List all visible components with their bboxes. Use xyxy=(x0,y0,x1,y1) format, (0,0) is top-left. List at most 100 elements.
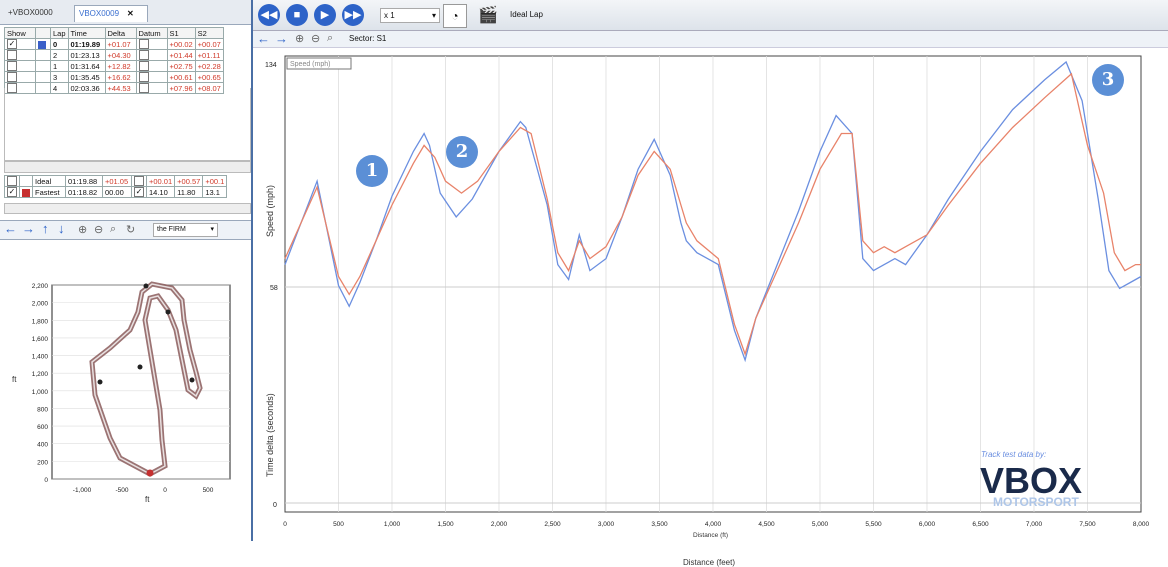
lap-color xyxy=(35,37,51,51)
map-x-tick: 0 xyxy=(163,487,167,494)
summary-datum[interactable] xyxy=(131,175,147,188)
checkbox[interactable] xyxy=(7,176,17,186)
summary-delta: +01.05 xyxy=(102,175,132,188)
checkbox[interactable] xyxy=(7,50,17,60)
checkbox[interactable] xyxy=(138,61,149,71)
x-tick: 2,000 xyxy=(491,521,508,528)
fast-forward-button[interactable]: ▶▶ xyxy=(342,4,364,26)
lap-show[interactable] xyxy=(4,49,36,62)
x-tick: 500 xyxy=(333,521,344,528)
summary-scrollbar[interactable] xyxy=(4,203,251,214)
lap-show[interactable] xyxy=(4,60,36,73)
x-tick: 5,500 xyxy=(865,521,882,528)
lap-row[interactable]: 2 01:23.13 +04.30 +01.44 +01.11 xyxy=(4,49,224,62)
color-swatch xyxy=(38,40,46,49)
col-lap[interactable]: Lap xyxy=(50,27,69,39)
summary-show[interactable]: ✓ xyxy=(4,186,20,199)
ideal-lap-label: Ideal Lap xyxy=(510,10,543,19)
x-ticks: 0 500 1,000 1,500 2,000 2,500 3,000 3,500 4,000 4… xyxy=(283,521,1149,528)
speed-select[interactable]: x 1 ▾ xyxy=(380,8,440,23)
track-select[interactable]: the FIRM ▾ xyxy=(153,223,218,237)
lap-time: 01:31.64 xyxy=(67,60,106,73)
car-position-marker xyxy=(146,469,154,477)
lap-datum[interactable] xyxy=(135,37,168,51)
speed-chart[interactable]: Speed (mph) 134 58 0 Speed (mph) Time de… xyxy=(253,47,1168,567)
lap-show[interactable]: ✓ xyxy=(4,37,36,51)
zoom-out-icon[interactable]: ⊖ xyxy=(94,223,103,236)
zoom-fit-icon[interactable]: ⌕ xyxy=(327,32,333,45)
x-tick: 5,000 xyxy=(812,521,829,528)
checkbox[interactable] xyxy=(138,72,149,82)
y-label-speed: Speed (mph) xyxy=(265,185,275,237)
arrow-right-icon[interactable]: → xyxy=(22,221,35,236)
lap-delta: +04.30 xyxy=(104,49,137,62)
zoom-in-icon[interactable]: ⊕ xyxy=(78,223,87,236)
rotate-icon[interactable]: ↻ xyxy=(126,223,135,236)
lap-number: 0 xyxy=(50,37,69,51)
map-x-tick: 500 xyxy=(203,487,214,494)
lap-row[interactable]: 3 01:35.45 +16.62 +00.61 +00.65 xyxy=(4,71,224,84)
summary-show[interactable] xyxy=(4,175,20,188)
lap-delta: +12.82 xyxy=(104,60,137,73)
col-s2[interactable]: S2 xyxy=(194,27,224,39)
lap-row[interactable]: ✓ 0 01:19.89 +01.07 +00.02 +00.07 xyxy=(4,37,224,51)
arrow-up-icon[interactable]: ↑ xyxy=(42,221,49,236)
arrow-down-icon[interactable]: ↓ xyxy=(58,221,65,236)
zoom-fit-icon[interactable]: ⌕ xyxy=(110,223,116,236)
callout-badge-2: 2 xyxy=(446,136,478,168)
checkbox-checked[interactable]: ✓ xyxy=(7,187,17,197)
zoom-out-icon[interactable]: ⊖ xyxy=(311,32,320,45)
arrow-left-icon[interactable]: ← xyxy=(257,31,270,46)
gauge-icon[interactable]: ◔ xyxy=(443,4,467,28)
map-y-tick: 1,400 xyxy=(32,354,49,361)
y-tick-zero: 0 xyxy=(273,502,277,509)
checkbox[interactable]: ✓ xyxy=(7,39,17,49)
lap-number: 3 xyxy=(50,71,69,84)
x-tick: 3,000 xyxy=(598,521,615,528)
arrow-left-icon[interactable]: ← xyxy=(4,221,17,236)
arrow-right-icon[interactable]: → xyxy=(275,31,288,46)
lap-table-scrollbar[interactable] xyxy=(4,161,251,173)
col-datum[interactable]: Datum xyxy=(135,27,168,39)
col-show[interactable]: Show xyxy=(4,27,36,39)
lap-number: 1 xyxy=(50,60,69,73)
lap-time: 01:19.89 xyxy=(67,37,106,51)
speed-select-value: x 1 xyxy=(384,11,395,20)
zoom-in-icon[interactable]: ⊕ xyxy=(295,32,304,45)
close-icon[interactable]: ✕ xyxy=(127,9,134,18)
lap-row[interactable]: 1 01:31.64 +12.82 +02.75 +02.28 xyxy=(4,60,224,73)
checkbox-checked[interactable]: ✓ xyxy=(134,187,144,197)
checkbox[interactable] xyxy=(138,50,149,60)
checkbox[interactable] xyxy=(134,176,144,186)
checkbox[interactable] xyxy=(7,61,17,71)
summary-row-fastest[interactable]: ✓ Fastest 01:18.82 00.00 ✓ 14.10 11.80 1… xyxy=(4,186,228,199)
lap-table: Show Lap Time Delta Datum S1 S2 ✓ 0 01:19.… xyxy=(4,27,249,95)
map-y-tick: 2,000 xyxy=(32,301,49,308)
x-tick: 4,000 xyxy=(705,521,722,528)
clapperboard-icon[interactable]: 🎬 xyxy=(478,5,498,25)
lap-datum[interactable] xyxy=(135,71,168,84)
rewind-button[interactable]: ◀◀ xyxy=(258,4,280,26)
map-y-tick: 1,200 xyxy=(32,371,49,378)
lap-show[interactable] xyxy=(4,71,36,84)
stop-button[interactable]: ■ xyxy=(286,4,308,26)
summary-row-ideal[interactable]: Ideal 01:19.88 +01.05 +00.01 +00.57 +00.… xyxy=(4,175,228,188)
col-time[interactable]: Time xyxy=(67,27,106,39)
summary-datum[interactable]: ✓ xyxy=(131,186,147,199)
col-delta[interactable]: Delta xyxy=(104,27,137,39)
tab-vbox0009[interactable]: VBOX0009 ✕ xyxy=(74,5,148,22)
col-s1[interactable]: S1 xyxy=(166,27,196,39)
map-y-tick: 600 xyxy=(37,424,48,431)
credit-text: Track test data by: xyxy=(981,450,1046,459)
checkbox[interactable] xyxy=(7,72,17,82)
track-map[interactable]: 2,200 2,000 1,800 1,600 1,400 1,200 1,000 800 60… xyxy=(0,240,250,540)
checkbox[interactable] xyxy=(138,39,149,49)
x-tick: 6,000 xyxy=(919,521,936,528)
summary-label: Fastest xyxy=(32,186,66,199)
map-y-tick: 800 xyxy=(37,406,48,413)
play-button[interactable]: ▶ xyxy=(314,4,336,26)
tab-vbox0000[interactable]: +VBOX0000 xyxy=(4,5,57,21)
tab-label: VBOX0009 xyxy=(79,9,120,18)
lap-datum[interactable] xyxy=(135,60,168,73)
lap-datum[interactable] xyxy=(135,49,168,62)
